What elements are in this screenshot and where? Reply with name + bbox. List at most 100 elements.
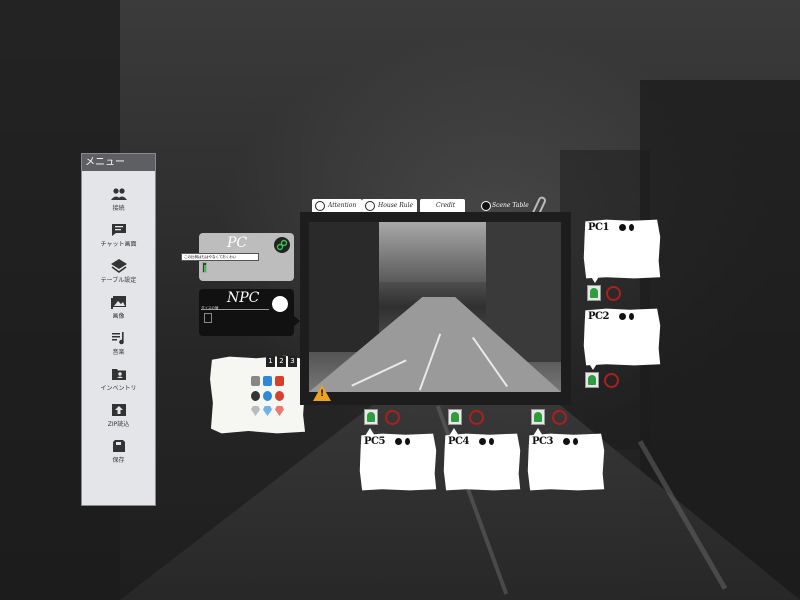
menu-item-save[interactable]: 保存 [82,433,155,469]
ticket-3[interactable]: 3 [288,356,297,367]
card-red-icon[interactable] [275,376,284,386]
menu-item-label: チャット画面 [100,240,137,248]
pc3-target-ring[interactable] [552,410,567,425]
npc-panel-title: NPC [227,290,260,306]
heart-icon [619,313,626,320]
pin-icon [629,224,634,231]
menu-item-label: 接続 [112,204,125,212]
ticket-2[interactable]: 2 [277,356,286,367]
tab-label: Scene Table [492,202,529,209]
gem-icon-blue[interactable] [263,406,272,416]
pc1-target-ring[interactable] [606,286,621,301]
pc-toggle-button[interactable] [274,237,290,253]
tab-radio-icon [481,201,491,211]
menu-item-table-settings[interactable]: テーブル設定 [82,253,155,289]
character-card-pc2[interactable]: PC2 [583,308,661,366]
npc-token-thumbnail[interactable] [204,313,212,323]
note-icon-row-2 [251,391,284,401]
character-card-pc5[interactable]: PC5 [359,433,437,491]
scene-stage[interactable] [300,212,571,405]
warning-icon[interactable]: ! [313,385,331,401]
tab-house-rule[interactable]: House Rule [362,199,417,213]
ticket-1[interactable]: 1 [266,356,275,367]
tab-credit[interactable]: Credit [420,199,465,213]
character-name: PC1 [588,222,609,233]
pc3-status-badge[interactable] [531,409,545,425]
dino-icon [367,412,375,422]
note-icon-row-1 [251,376,284,386]
pc1-status-badge[interactable] [587,285,601,301]
tab-radio-icon [365,201,375,211]
character-name: PC2 [588,311,609,322]
menu-item-chat[interactable]: チャット画面 [82,217,155,253]
upload-icon [111,403,126,416]
menu-item-connect[interactable]: 接続 [82,181,155,217]
gem-icon-gray[interactable] [251,406,260,416]
pc-token-thumbnail[interactable] [202,262,207,273]
tab-label: Attention [328,202,357,209]
side-menu: メニュー 接続 チャット画面 テーブル設定 画像 音楽 インベントリ ZIP読込… [81,153,156,506]
dino-icon [590,288,598,298]
character-card-pc1[interactable]: PC1 [583,219,661,279]
save-icon [112,439,125,452]
pc-status-bar: この比例はもはやなくておくわい [181,253,259,261]
pc5-status-badge[interactable] [364,409,378,425]
pin-icon [629,313,634,320]
scene-image [309,222,561,392]
card-gray-icon[interactable] [251,376,260,386]
tab-attention[interactable]: Attention [312,199,362,213]
image-icon [110,295,126,309]
pin-icon [489,438,494,445]
menu-item-music[interactable]: 音楽 [82,325,155,361]
heart-icon [563,438,570,445]
pc4-status-badge[interactable] [448,409,462,425]
avatar-icon [451,412,459,422]
character-name: PC5 [364,436,385,447]
menu-item-zip-load[interactable]: ZIP読込 [82,397,155,433]
card-tail [588,362,598,370]
head-icon-dark[interactable] [251,391,260,401]
pc2-target-ring[interactable] [604,373,619,388]
menu-item-label: 音楽 [112,348,125,356]
npc-toggle-button[interactable] [272,296,288,312]
pin-icon [573,438,578,445]
npc-panel[interactable]: NPC ダイスの値 [199,289,300,336]
music-icon [111,331,124,344]
gem-icon-red[interactable] [275,406,284,416]
pc2-status-badge[interactable] [585,372,599,388]
heart-icon [479,438,486,445]
link-icon [276,239,288,251]
pc-panel-title: PC [227,235,248,251]
pc4-target-ring[interactable] [469,410,484,425]
heart-icon [619,224,626,231]
head-icon-red[interactable] [275,391,284,401]
note-tickets: 1 2 3 [266,356,297,367]
character-card-pc3[interactable]: PC3 [527,433,605,491]
tab-label: Credit [436,202,456,209]
tab-radio-icon [315,201,325,211]
character-name: PC4 [448,436,469,447]
character-card-pc4[interactable]: PC4 [443,433,521,491]
pc5-target-ring[interactable] [385,410,400,425]
menu-item-label: テーブル設定 [100,276,137,284]
heart-icon [395,438,402,445]
pc-token-gauge [204,265,206,272]
menu-item-label: ZIP読込 [107,420,130,428]
menu-item-inventory[interactable]: インベントリ [82,361,155,397]
pc-panel[interactable]: PC この比例はもはやなくておくわい [181,233,294,281]
avatar-icon [588,375,596,385]
head-icon-blue[interactable] [263,391,272,401]
menu-item-image[interactable]: 画像 [82,289,155,325]
tab-scene-table[interactable]: Scene Table [478,199,538,213]
menu-item-label: 保存 [112,456,125,464]
people-icon [110,187,127,200]
layers-icon [110,258,127,273]
card-blue-icon[interactable] [263,376,272,386]
avatar-icon [534,412,542,422]
card-tail [590,275,600,283]
menu-item-label: インベントリ [100,384,137,392]
tab-label: House Rule [378,202,414,209]
npc-bubble-tail [293,315,300,327]
note-icon-row-3 [251,406,284,416]
npc-status-bar: ダイスの値 [201,306,269,310]
